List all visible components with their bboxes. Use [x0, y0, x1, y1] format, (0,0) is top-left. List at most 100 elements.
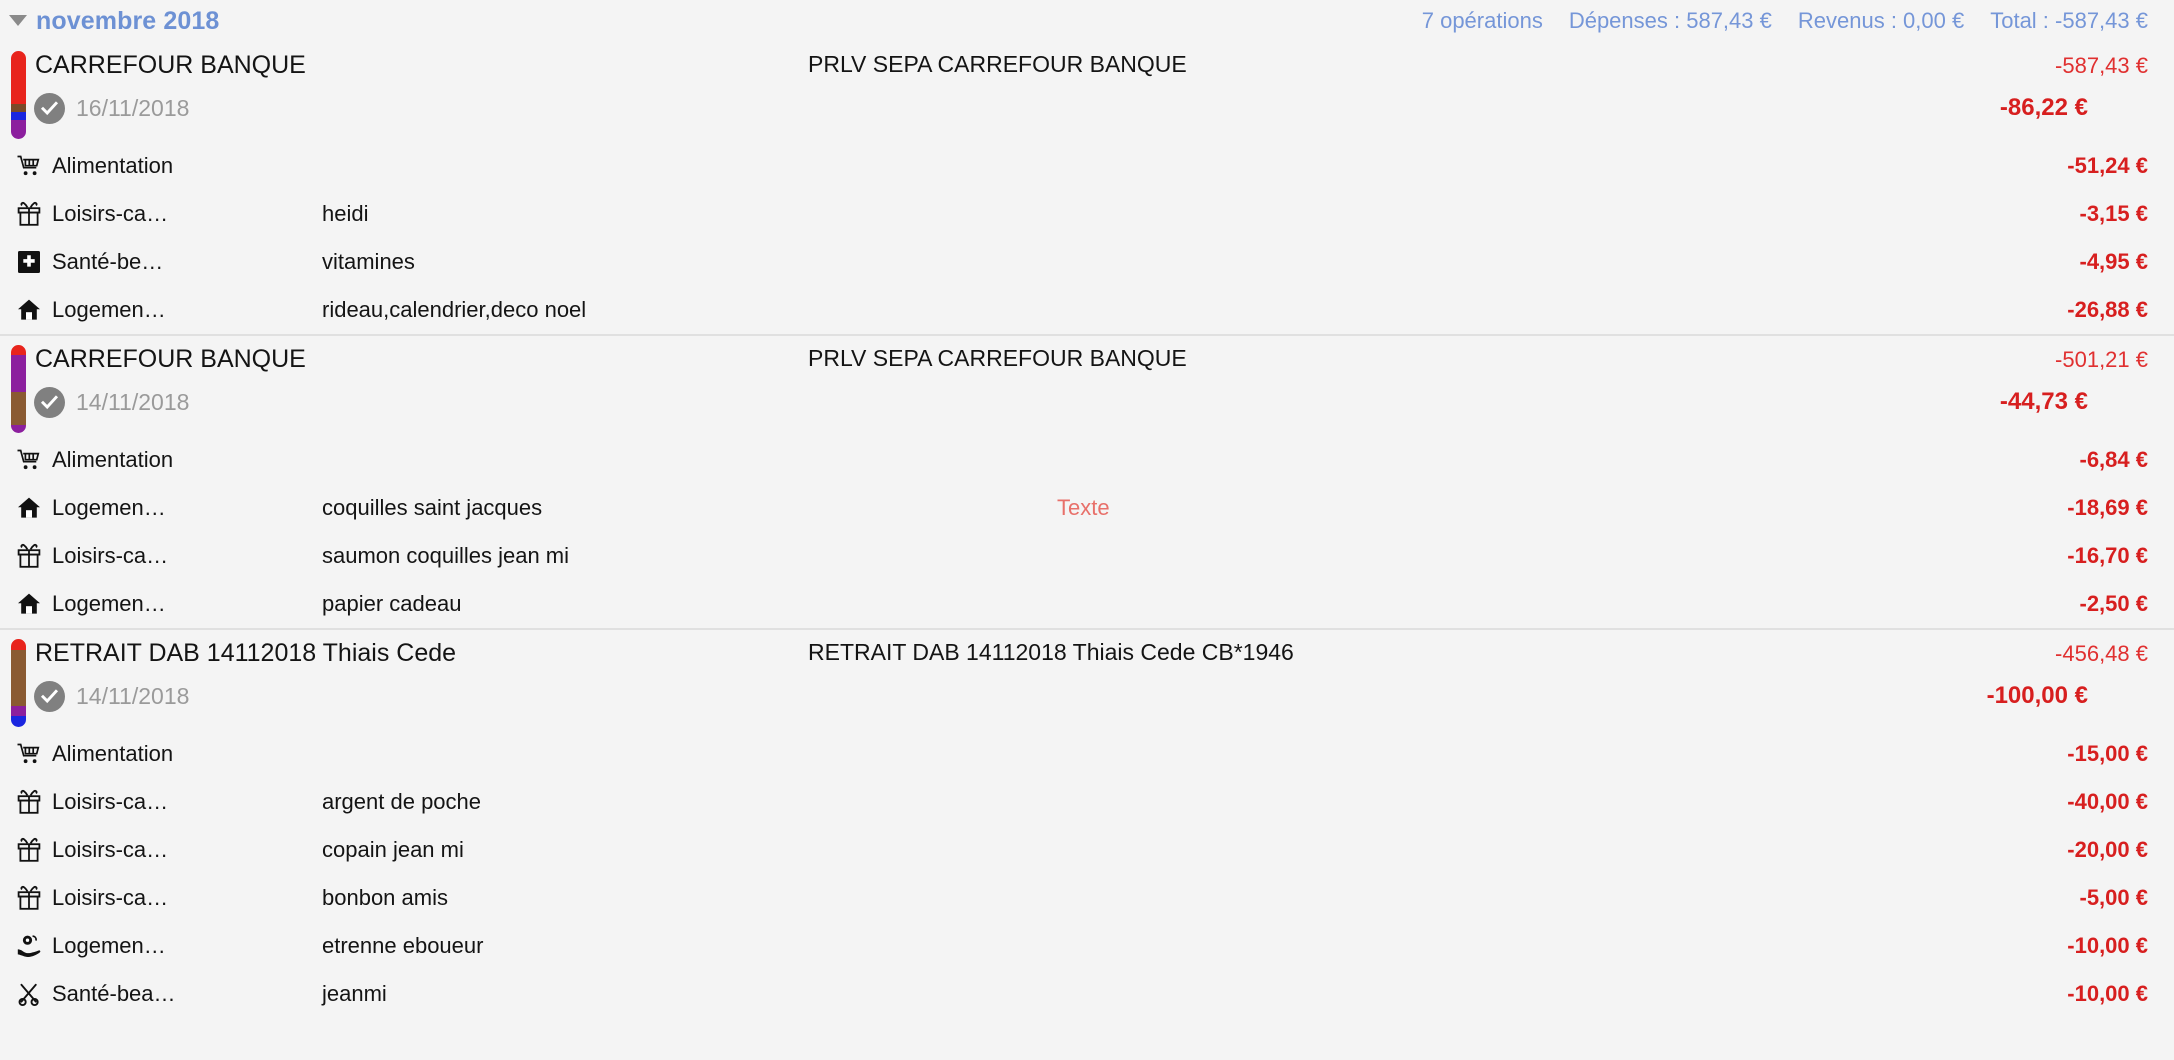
month-summary: 7 opérations Dépenses : 587,43 € Revenus…	[1422, 8, 2148, 34]
check-circle-icon[interactable]	[34, 681, 65, 712]
category-amount: -4,95 €	[2079, 249, 2149, 274]
shopping-cart-icon	[16, 153, 42, 179]
month-header: novembre 2018 7 opérations Dépenses : 58…	[0, 0, 2174, 42]
category-row[interactable]: Logemen… etrenne eboueur -10,00 €	[0, 922, 2174, 970]
running-balance-amount: -501,21 €	[2055, 347, 2148, 372]
transaction-amount: -44,73 €	[1999, 388, 2088, 415]
category-note: copain jean mi	[322, 837, 464, 862]
check-circle-icon[interactable]	[34, 387, 65, 418]
transaction-main-row[interactable]: CARREFOUR BANQUE 14/11/2018 PRLV SEPA CARR…	[0, 336, 2174, 436]
category-label: Santé-be…	[52, 249, 164, 274]
expenses-total: Dépenses : 587,43 €	[1568, 8, 1772, 33]
transaction-date-group: 14/11/2018	[34, 681, 189, 712]
operations-count: 7 opérations	[1421, 8, 1543, 33]
category-note: papier cadeau	[322, 591, 462, 616]
transaction-memo: PRLV SEPA CARREFOUR BANQUE	[808, 345, 1187, 371]
triangle-down-icon[interactable]	[0, 15, 36, 27]
category-row[interactable]: Loisirs-ca… saumon coquilles jean mi -16,7…	[0, 532, 2174, 580]
category-note: heidi	[322, 201, 369, 226]
transaction-list-view: novembre 2018 7 opérations Dépenses : 58…	[0, 0, 2174, 1060]
category-note: bonbon amis	[322, 885, 448, 910]
running-balance-amount: -456,48 €	[2055, 641, 2148, 666]
category-label: Loisirs-ca…	[52, 885, 169, 910]
category-row[interactable]: Loisirs-ca… copain jean mi -20,00 €	[0, 826, 2174, 874]
category-label: Logemen…	[52, 591, 166, 616]
transaction-main-row[interactable]: RETRAIT DAB 14112018 Thiais Cede 14/11/20…	[0, 630, 2174, 730]
category-row[interactable]: Logemen… coquilles saint jacques Texte -18,…	[0, 484, 2174, 532]
category-label: Loisirs-ca…	[52, 837, 169, 862]
category-note: argent de poche	[322, 789, 482, 814]
house-icon	[16, 297, 42, 323]
category-label: Logemen…	[52, 297, 166, 322]
transaction-main-row[interactable]: CARREFOUR BANQUE 16/11/2018 PRLV SEPA CARR…	[0, 42, 2174, 142]
category-label: Logemen…	[52, 495, 166, 520]
category-row[interactable]: Santé-be… vitamines -4,95 €	[0, 238, 2174, 286]
category-row[interactable]: Logemen… rideau,calendrier,deco noel -26,8…	[0, 286, 2174, 334]
category-label: Alimentation	[52, 741, 174, 766]
category-note: rideau,calendrier,deco noel	[322, 297, 587, 322]
transaction-groups: CARREFOUR BANQUE 16/11/2018 PRLV SEPA CARR…	[0, 42, 2174, 1018]
category-amount: -15,00 €	[2067, 741, 2148, 766]
house-icon	[16, 591, 42, 617]
category-label: Alimentation	[52, 447, 174, 472]
category-note: vitamines	[322, 249, 415, 274]
category-label: Loisirs-ca…	[52, 789, 169, 814]
category-amount: -20,00 €	[2067, 837, 2148, 862]
transaction-group[interactable]: CARREFOUR BANQUE 16/11/2018 PRLV SEPA CARR…	[0, 42, 2174, 336]
net-total: Total : -587,43 €	[1990, 8, 2148, 33]
category-amount: -3,15 €	[2079, 201, 2149, 226]
texte-marker[interactable]: Texte	[1057, 495, 1110, 521]
transaction-label: CARREFOUR BANQUE	[35, 51, 306, 79]
category-row[interactable]: Santé-bea… jeanmi -10,00 €	[0, 970, 2174, 1018]
category-row[interactable]: Logemen… papier cadeau -2,50 €	[0, 580, 2174, 628]
category-amount: -2,50 €	[2079, 591, 2149, 616]
revenues-total: Revenus : 0,00 €	[1797, 8, 1965, 33]
transaction-amount: -100,00 €	[1986, 682, 2088, 709]
category-row[interactable]: Loisirs-ca… argent de poche -40,00 €	[0, 778, 2174, 826]
transaction-date: 14/11/2018	[76, 683, 190, 709]
shopping-cart-icon	[16, 741, 42, 767]
gift-icon	[16, 837, 42, 863]
category-amount: -6,84 €	[2079, 447, 2149, 472]
scissors-icon	[16, 981, 42, 1007]
transaction-date: 16/11/2018	[76, 95, 190, 121]
transaction-group[interactable]: CARREFOUR BANQUE 14/11/2018 PRLV SEPA CARR…	[0, 336, 2174, 630]
category-amount: -51,24 €	[2067, 153, 2148, 178]
category-amount: -10,00 €	[2067, 981, 2148, 1006]
transaction-label: CARREFOUR BANQUE	[35, 345, 306, 373]
month-title[interactable]: novembre 2018	[36, 7, 219, 36]
category-amount: -16,70 €	[2067, 543, 2148, 568]
category-amount: -10,00 €	[2067, 933, 2148, 958]
category-label: Santé-bea…	[52, 981, 176, 1006]
check-circle-icon[interactable]	[34, 93, 65, 124]
category-amount: -18,69 €	[2067, 495, 2148, 520]
category-row[interactable]: Alimentation -15,00 €	[0, 730, 2174, 778]
category-amount: -26,88 €	[2067, 297, 2148, 322]
transaction-memo: RETRAIT DAB 14112018 Thiais Cede CB*1946	[808, 639, 1294, 665]
transaction-date-group: 16/11/2018	[34, 93, 189, 124]
category-row[interactable]: Alimentation -6,84 €	[0, 436, 2174, 484]
category-note: coquilles saint jacques	[322, 495, 543, 520]
category-row[interactable]: Loisirs-ca… bonbon amis -5,00 €	[0, 874, 2174, 922]
running-balance-amount: -587,43 €	[2055, 53, 2148, 78]
category-label: Loisirs-ca…	[52, 543, 169, 568]
category-row[interactable]: Loisirs-ca… heidi -3,15 €	[0, 190, 2174, 238]
transaction-group[interactable]: RETRAIT DAB 14112018 Thiais Cede 14/11/20…	[0, 630, 2174, 1018]
category-color-stripe	[11, 345, 26, 433]
gift-icon	[16, 543, 42, 569]
hand-coin-icon	[16, 933, 42, 959]
category-note: jeanmi	[322, 981, 387, 1006]
category-note: etrenne eboueur	[322, 933, 484, 958]
transaction-date-group: 14/11/2018	[34, 387, 189, 418]
category-row[interactable]: Alimentation -51,24 €	[0, 142, 2174, 190]
category-amount: -5,00 €	[2079, 885, 2149, 910]
category-color-stripe	[11, 51, 26, 139]
gift-icon	[16, 201, 42, 227]
shopping-cart-icon	[16, 447, 42, 473]
transaction-label: RETRAIT DAB 14112018 Thiais Cede	[35, 639, 457, 667]
gift-icon	[16, 885, 42, 911]
gift-icon	[16, 789, 42, 815]
transaction-date: 14/11/2018	[76, 389, 190, 415]
category-label: Loisirs-ca…	[52, 201, 169, 226]
transaction-memo: PRLV SEPA CARREFOUR BANQUE	[808, 51, 1187, 77]
